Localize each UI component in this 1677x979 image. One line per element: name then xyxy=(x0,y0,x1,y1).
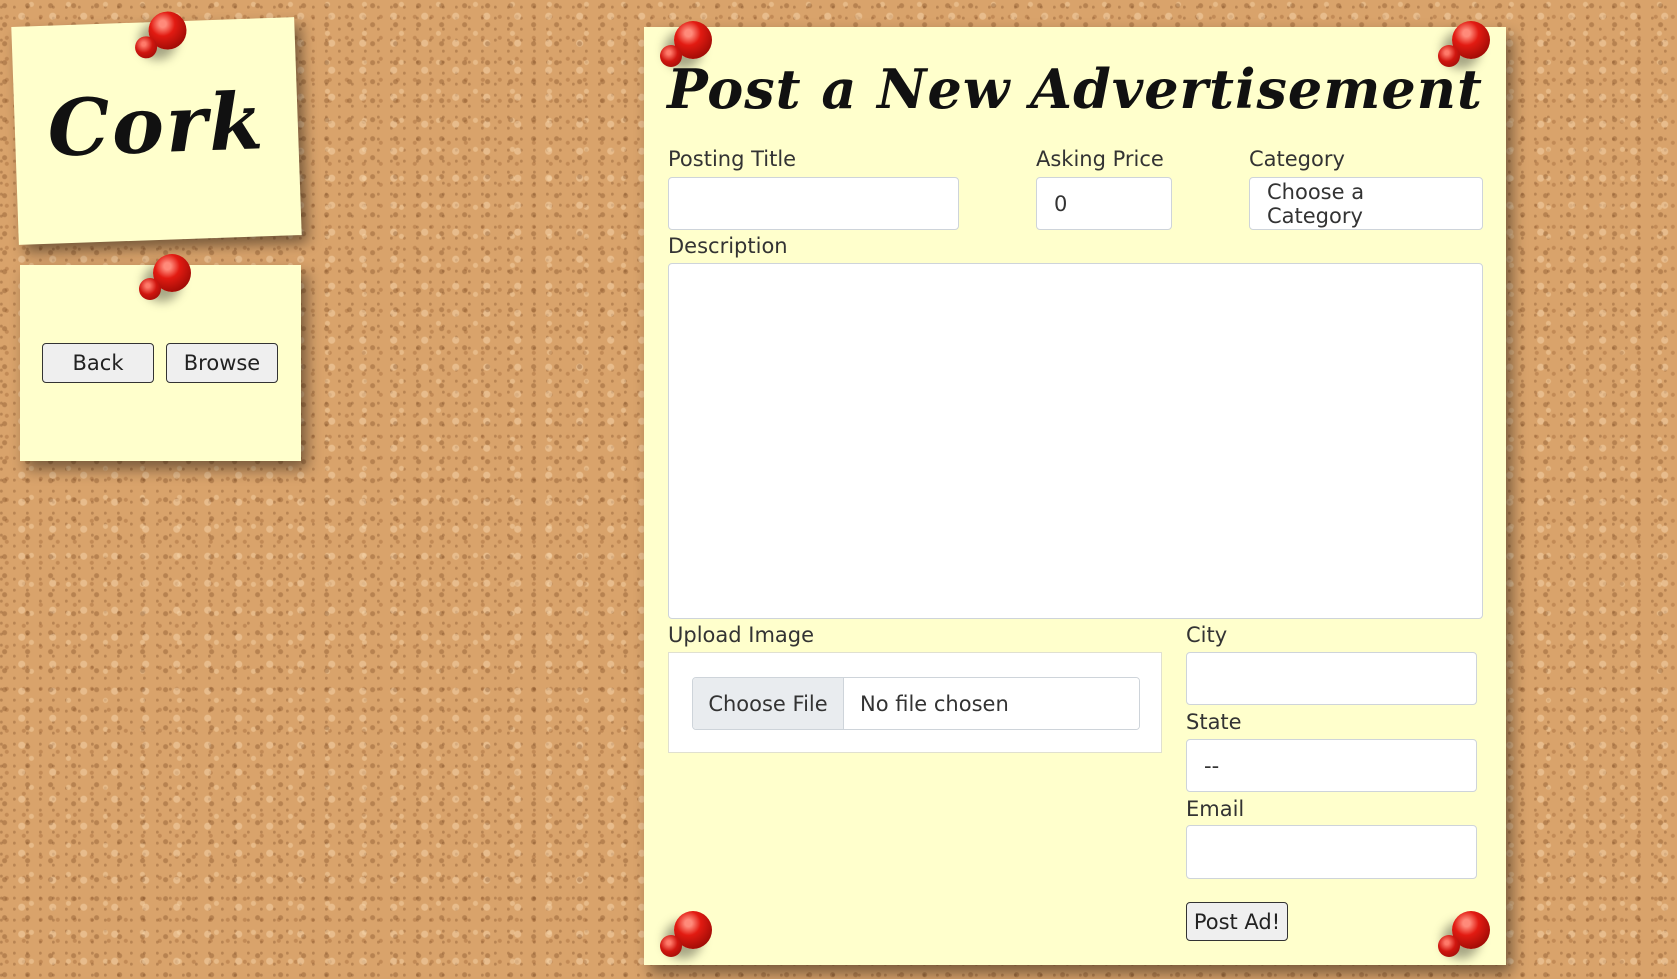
asking-price-label: Asking Price xyxy=(1036,147,1164,171)
upload-image-box: Choose File No file chosen xyxy=(668,652,1162,753)
logo-note: Cork xyxy=(11,10,302,245)
post-ad-button[interactable]: Post Ad! xyxy=(1186,902,1288,941)
upload-image-label: Upload Image xyxy=(668,623,815,647)
site-logo: Cork xyxy=(46,76,267,175)
posting-title-input[interactable] xyxy=(668,177,959,230)
page-title: Post a New Advertisement xyxy=(667,57,1483,121)
state-label: State xyxy=(1186,710,1242,734)
city-label: City xyxy=(1186,623,1228,647)
category-label: Category xyxy=(1249,147,1345,171)
pushpin-icon xyxy=(147,10,188,51)
pushpin-icon xyxy=(1438,911,1490,957)
description-label: Description xyxy=(668,234,788,258)
pushpin-icon xyxy=(139,254,191,300)
posting-title-label: Posting Title xyxy=(668,147,797,171)
state-select[interactable]: -- xyxy=(1186,739,1477,792)
nav-note: Back Browse xyxy=(20,254,301,461)
back-button[interactable]: Back xyxy=(42,343,154,383)
file-input[interactable]: Choose File No file chosen xyxy=(692,677,1140,730)
choose-file-button[interactable]: Choose File xyxy=(693,678,844,729)
pushpin-icon xyxy=(1438,21,1490,67)
file-status: No file chosen xyxy=(844,678,1139,729)
description-textarea[interactable] xyxy=(668,263,1483,619)
category-select[interactable]: Choose a Category xyxy=(1249,177,1483,230)
city-input[interactable] xyxy=(1186,652,1477,705)
pushpin-icon xyxy=(660,911,712,957)
browse-button[interactable]: Browse xyxy=(166,343,278,383)
email-input[interactable] xyxy=(1186,825,1477,879)
pushpin-icon xyxy=(660,21,712,67)
email-label: Email xyxy=(1186,797,1245,821)
post-ad-form: Post a New Advertisement Posting Title A… xyxy=(644,21,1506,965)
asking-price-input[interactable]: 0 xyxy=(1036,177,1172,230)
